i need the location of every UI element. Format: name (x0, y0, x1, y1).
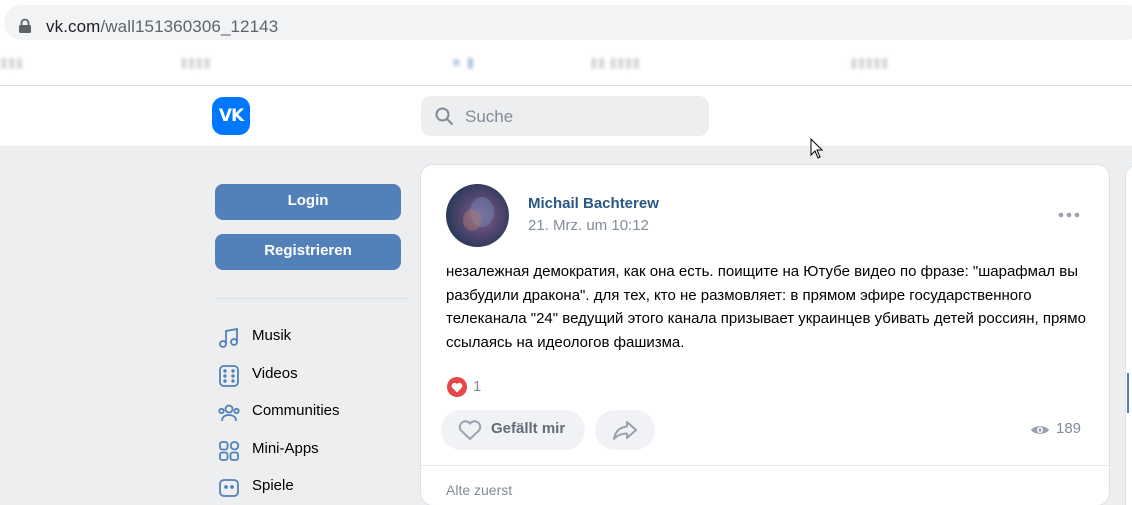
bookmark-item[interactable]: ▮▮▮ (0, 54, 23, 71)
login-button[interactable]: Login (215, 184, 401, 220)
bookmark-item[interactable]: ▮▮▮▮▮ (850, 54, 889, 71)
reactions-count: 1 (473, 378, 482, 395)
sidebar-item-games[interactable]: Spiele (215, 472, 410, 502)
mini-apps-icon (219, 440, 240, 461)
eye-icon (1031, 426, 1049, 434)
vk-logo[interactable]: VK (212, 97, 250, 135)
heart-icon (458, 420, 482, 441)
views-count: 189 (1056, 420, 1082, 437)
sidebar-item-label: Mini-Apps (252, 440, 319, 457)
games-icon (219, 479, 239, 497)
sidebar-item-videos[interactable]: Videos (215, 360, 410, 390)
reactions-summary[interactable]: 1 (446, 376, 481, 398)
avatar[interactable] (446, 184, 509, 247)
avatar-image (463, 197, 494, 231)
post-date[interactable]: 21. Mrz. um 10:12 (528, 217, 649, 234)
share-icon (613, 421, 637, 440)
comments-sort[interactable]: Alte zuerst (446, 482, 512, 498)
comments-divider (421, 465, 1109, 466)
search-box[interactable] (421, 96, 709, 136)
communities-icon (218, 404, 240, 422)
url-text: vk.com/wall151360306_12143 (46, 17, 279, 36)
mouse-cursor-icon (810, 138, 824, 159)
register-button[interactable]: Registrieren (215, 234, 401, 270)
bookmark-item[interactable]: ▮▮ ▮▮▮▮ (590, 54, 640, 71)
sidebar-item-music[interactable]: Musik (215, 322, 410, 352)
share-button[interactable] (595, 410, 655, 450)
video-icon (219, 365, 239, 387)
post-text: незалежная демократия, как она есть. пои… (446, 263, 1086, 351)
bookmarks-bar: ▮▮▮ ▮▮▮▮ ★ ▮ ▮▮ ▮▮▮▮ ▮▮▮▮▮ (0, 44, 1132, 86)
post-author[interactable]: Michail Bachterew (528, 195, 659, 212)
sidebar-item-label: Communities (252, 402, 340, 419)
browser-toolbar: vk.com/wall151360306_12143 (0, 0, 1132, 44)
heart-reaction-icon (447, 377, 467, 397)
music-icon (219, 327, 238, 348)
sidebar-item-label: Musik (252, 327, 292, 344)
like-label: Gefällt mir (491, 420, 566, 437)
sidebar-divider (215, 298, 410, 299)
address-bar[interactable]: vk.com/wall151360306_12143 (4, 5, 1132, 40)
search-icon (435, 107, 453, 125)
lock-icon (19, 18, 31, 33)
search-input[interactable] (463, 104, 697, 130)
bookmark-item[interactable]: ▮▮▮▮ (180, 54, 211, 71)
scroll-indicator[interactable] (1127, 373, 1129, 413)
sidebar-item-communities[interactable]: Communities (215, 397, 410, 427)
like-button[interactable]: Gefällt mir (441, 410, 585, 450)
sidebar-item-label: Videos (252, 365, 298, 382)
sidebar-item-mini-apps[interactable]: Mini-Apps (215, 435, 410, 465)
more-options-icon[interactable] (1056, 205, 1082, 225)
bookmark-item[interactable]: ★ ▮ (450, 54, 474, 71)
sidebar-item-label: Spiele (252, 477, 294, 494)
right-panel (1126, 165, 1132, 505)
